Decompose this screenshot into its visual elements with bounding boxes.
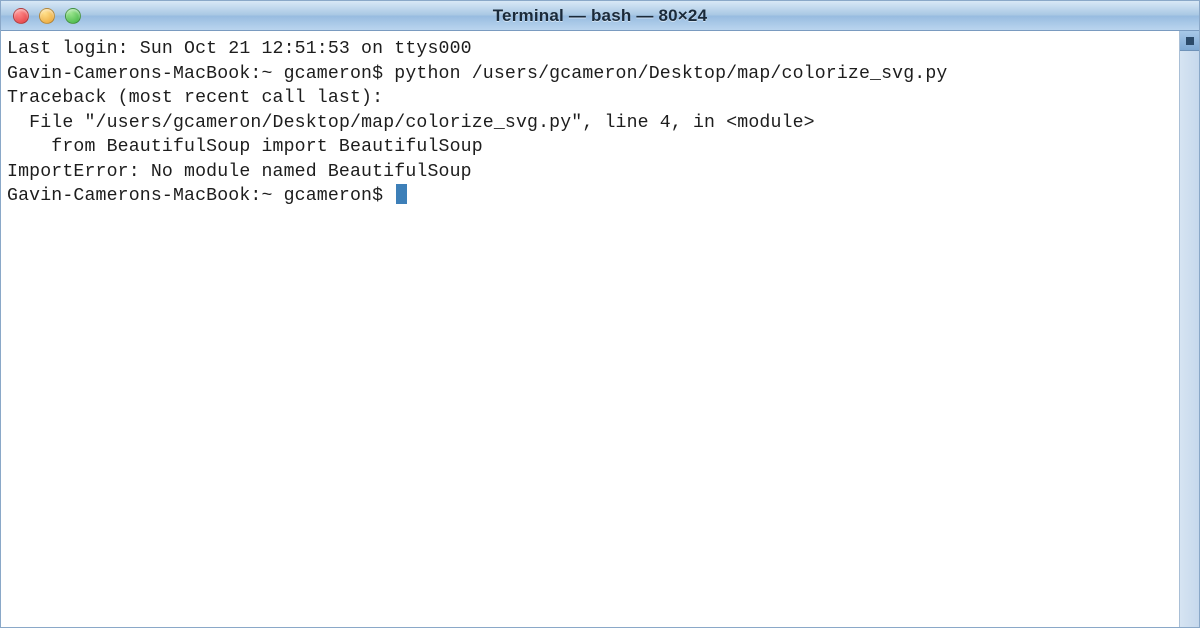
window-title: Terminal — bash — 80×24 [1, 6, 1199, 26]
titlebar[interactable]: Terminal — bash — 80×24 [1, 1, 1199, 31]
traffic-lights [1, 8, 81, 24]
output-line: from BeautifulSoup import BeautifulSoup [7, 135, 1173, 160]
cursor-icon [396, 184, 407, 204]
zoom-icon[interactable] [65, 8, 81, 24]
scrollbar[interactable] [1179, 31, 1199, 627]
output-line: Traceback (most recent call last): [7, 86, 1173, 111]
square-icon [1185, 36, 1195, 46]
terminal-output[interactable]: Last login: Sun Oct 21 12:51:53 on ttys0… [1, 31, 1179, 627]
scroll-up-button[interactable] [1180, 31, 1199, 51]
prompt-text: Gavin-Camerons-MacBook:~ gcameron$ [7, 186, 394, 206]
content-area: Last login: Sun Oct 21 12:51:53 on ttys0… [1, 31, 1199, 627]
minimize-icon[interactable] [39, 8, 55, 24]
output-line: Last login: Sun Oct 21 12:51:53 on ttys0… [7, 37, 1173, 62]
prompt-line: Gavin-Camerons-MacBook:~ gcameron$ [7, 184, 1173, 209]
terminal-window: Terminal — bash — 80×24 Last login: Sun … [0, 0, 1200, 628]
close-icon[interactable] [13, 8, 29, 24]
output-line: File "/users/gcameron/Desktop/map/colori… [7, 111, 1173, 136]
output-line: Gavin-Camerons-MacBook:~ gcameron$ pytho… [7, 62, 1173, 87]
output-line: ImportError: No module named BeautifulSo… [7, 160, 1173, 185]
